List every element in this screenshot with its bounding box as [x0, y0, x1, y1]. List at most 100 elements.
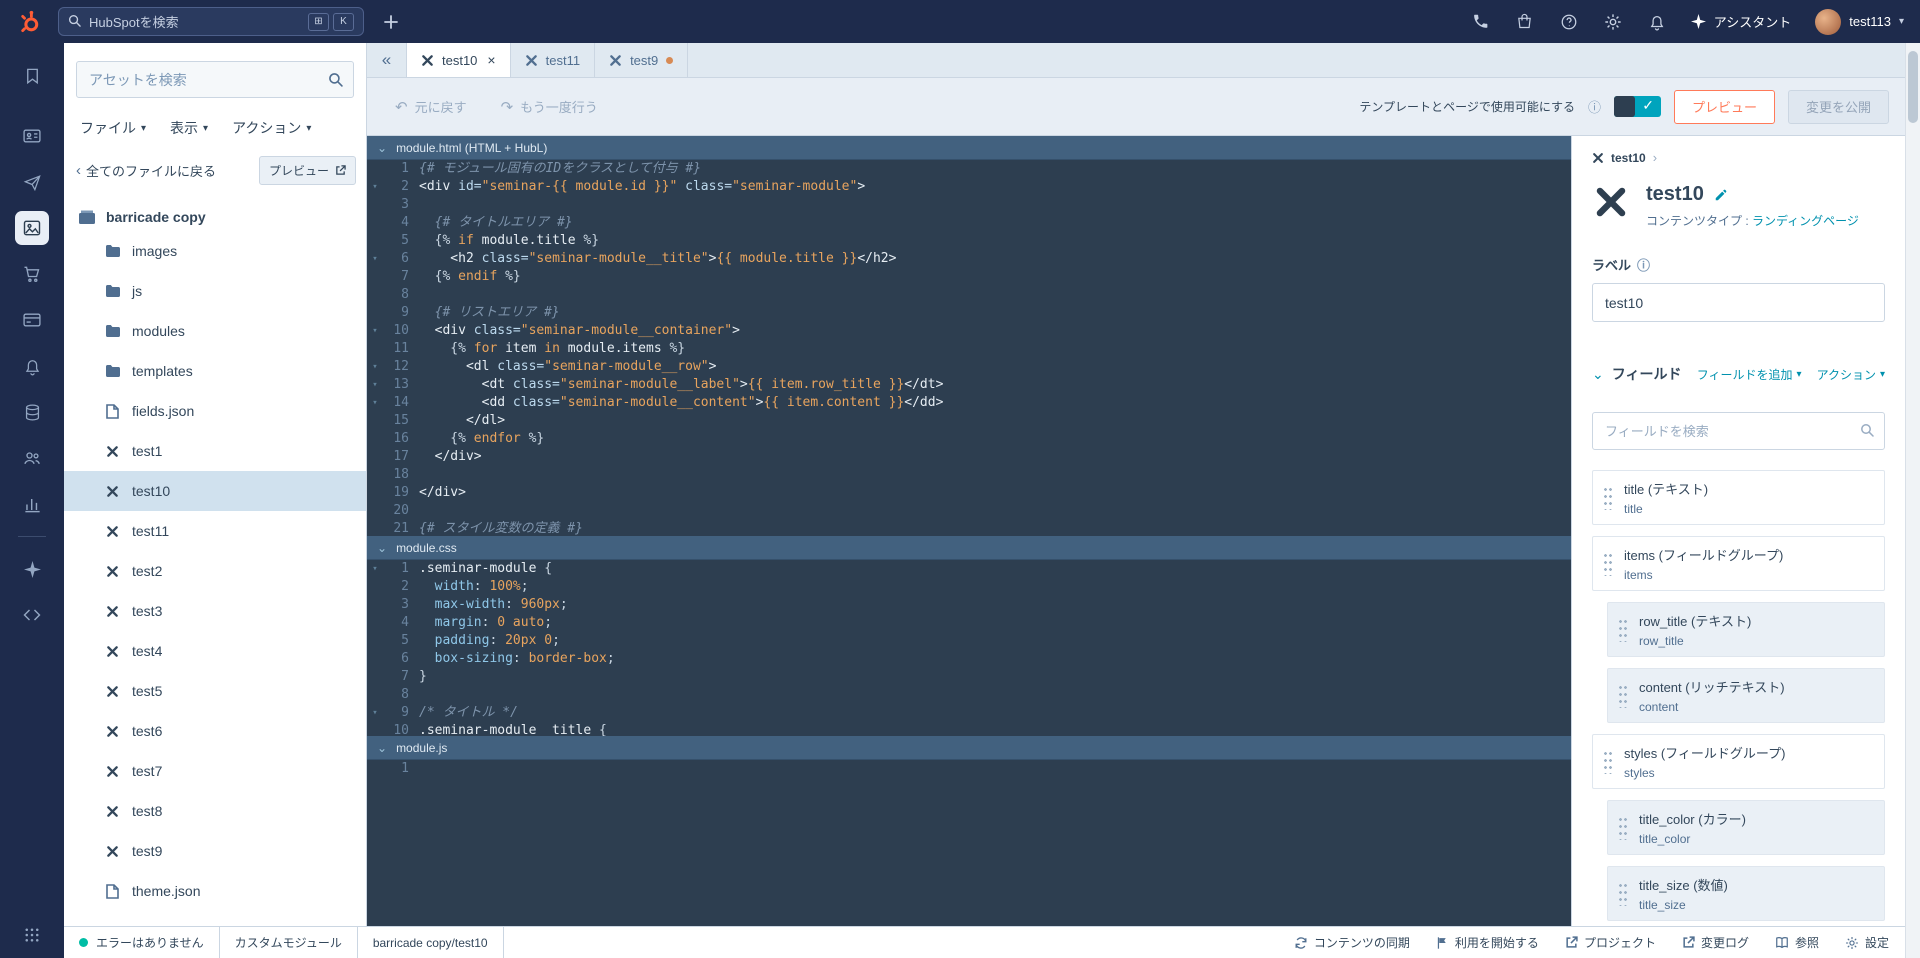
rail-data[interactable] [0, 389, 64, 435]
notifications-button[interactable] [1647, 12, 1667, 32]
tree-item-test11[interactable]: test11 [64, 511, 366, 551]
field-row-title_color[interactable]: title_color (カラー)title_color [1607, 800, 1885, 855]
code-line[interactable]: 6 box-sizing: border-box; [367, 650, 1571, 668]
code-line[interactable]: 10.seminar-module__title { [367, 722, 1571, 736]
preview-button[interactable]: プレビュー [1674, 90, 1775, 124]
drag-handle-icon[interactable] [1618, 816, 1627, 840]
fold-marker-icon[interactable] [367, 614, 383, 632]
code-line[interactable]: 20 [367, 502, 1571, 520]
field-search-input[interactable] [1592, 412, 1885, 450]
drag-handle-icon[interactable] [1618, 684, 1627, 708]
fold-marker-icon[interactable] [367, 214, 383, 232]
section-collapse-icon[interactable]: ⌄ [1592, 366, 1604, 383]
code-line[interactable]: ▾6 <h2 class="seminar-module__title">{{ … [367, 250, 1571, 268]
code-line[interactable]: ▾1.seminar-module { [367, 560, 1571, 578]
fold-marker-icon[interactable] [367, 484, 383, 502]
fold-marker-icon[interactable] [367, 466, 383, 484]
field-row-items[interactable]: items (フィールドグループ)items [1592, 536, 1885, 591]
rail-audiences[interactable] [0, 435, 64, 481]
fold-marker-icon[interactable]: ▾ [367, 704, 383, 722]
tree-item-test1[interactable]: test1 [64, 431, 366, 471]
assistant-button[interactable]: アシスタント [1691, 12, 1791, 31]
code-line[interactable]: 4 {# タイトルエリア #} [367, 214, 1571, 232]
fold-marker-icon[interactable]: ▾ [367, 394, 383, 412]
rail-content[interactable] [0, 205, 64, 251]
rail-notifications[interactable] [0, 343, 64, 389]
marketplace-button[interactable] [1515, 12, 1535, 32]
code-line[interactable]: 16 {% endfor %} [367, 430, 1571, 448]
fold-marker-icon[interactable] [367, 760, 383, 778]
fold-marker-icon[interactable] [367, 232, 383, 250]
tab-test10[interactable]: test10× [407, 43, 511, 77]
back-to-all-files-link[interactable]: 全てのファイルに戻る [86, 161, 216, 180]
theme-root-item[interactable]: barricade copy [78, 209, 366, 225]
fold-marker-icon[interactable] [367, 340, 383, 358]
tree-item-test2[interactable]: test2 [64, 551, 366, 591]
tree-item-test9[interactable]: test9 [64, 831, 366, 871]
menu-file[interactable]: ファイル▾ [80, 118, 146, 138]
code-line[interactable]: 5 padding: 20px 0; [367, 632, 1571, 650]
fold-marker-icon[interactable] [367, 430, 383, 448]
drag-handle-icon[interactable] [1603, 552, 1612, 576]
rail-commerce[interactable] [0, 251, 64, 297]
fold-marker-icon[interactable]: ▾ [367, 560, 383, 578]
fold-marker-icon[interactable] [367, 520, 383, 536]
editor-section-header-module.css[interactable]: ⌄module.css [367, 536, 1571, 560]
editor-section-header-module.html[interactable]: ⌄module.html (HTML + HubL) [367, 136, 1571, 160]
editor-section-header-module.js[interactable]: ⌄module.js [367, 736, 1571, 760]
code-line[interactable]: ▾12 <dl class="seminar-module__row"> [367, 358, 1571, 376]
create-button[interactable] [378, 9, 404, 35]
code-line[interactable]: 7} [367, 668, 1571, 686]
rail-marketing[interactable] [0, 159, 64, 205]
redo-button[interactable]: ↷ もう一度行う [495, 96, 604, 117]
fold-marker-icon[interactable] [367, 448, 383, 466]
code-line[interactable]: 8 [367, 286, 1571, 304]
menu-view[interactable]: 表示▾ [170, 118, 208, 138]
code-line[interactable]: 21{# スタイル変数の定義 #} [367, 520, 1571, 536]
code-line[interactable]: 18 [367, 466, 1571, 484]
close-tab-icon[interactable]: × [487, 52, 495, 68]
rail-contacts[interactable] [0, 113, 64, 159]
code-line[interactable]: 1 [367, 760, 1571, 778]
fold-marker-icon[interactable] [367, 196, 383, 214]
field-row-title_size[interactable]: title_size (数値)title_size [1607, 866, 1885, 921]
code-line[interactable]: 19</div> [367, 484, 1571, 502]
fold-marker-icon[interactable]: ▾ [367, 178, 383, 196]
fold-marker-icon[interactable]: ▾ [367, 358, 383, 376]
drag-handle-icon[interactable] [1618, 882, 1627, 906]
drag-handle-icon[interactable] [1603, 486, 1612, 510]
tree-item-test7[interactable]: test7 [64, 751, 366, 791]
tab-test9[interactable]: test9 [595, 43, 688, 77]
availability-toggle[interactable]: ✓ [1614, 96, 1661, 117]
fold-marker-icon[interactable] [367, 722, 383, 736]
field-row-content[interactable]: content (リッチテキスト)content [1607, 668, 1885, 723]
field-row-title[interactable]: title (テキスト)title [1592, 470, 1885, 525]
code-line[interactable]: 11 {% for item in module.items %} [367, 340, 1571, 358]
fold-marker-icon[interactable] [367, 632, 383, 650]
rail-waffle[interactable] [0, 926, 64, 944]
code-line[interactable]: 15 </dl> [367, 412, 1571, 430]
statusbar-action-変更ログ[interactable]: 変更ログ [1682, 934, 1749, 951]
theme-preview-button[interactable]: プレビュー [259, 156, 356, 185]
tree-item-templates[interactable]: templates [64, 351, 366, 391]
publish-button[interactable]: 変更を公開 [1788, 90, 1889, 124]
tab-test11[interactable]: test11 [511, 43, 595, 77]
tree-item-images[interactable]: images [64, 231, 366, 271]
statusbar-action-設定[interactable]: 設定 [1845, 934, 1889, 951]
fold-marker-icon[interactable]: ▾ [367, 250, 383, 268]
fold-marker-icon[interactable]: ▾ [367, 376, 383, 394]
hubspot-logo[interactable] [16, 8, 44, 36]
field-actions-link[interactable]: アクション▾ [1817, 366, 1885, 383]
fold-marker-icon[interactable] [367, 668, 383, 686]
rail-reports[interactable] [0, 481, 64, 527]
fold-marker-icon[interactable] [367, 412, 383, 430]
rail-developer[interactable] [0, 592, 64, 638]
module-label-input[interactable] [1592, 283, 1885, 322]
account-menu[interactable]: test113 ▾ [1815, 9, 1904, 35]
tree-item-modules[interactable]: modules [64, 311, 366, 351]
fold-marker-icon[interactable] [367, 286, 383, 304]
code-line[interactable]: ▾13 <dt class="seminar-module__label">{{… [367, 376, 1571, 394]
breadcrumb[interactable]: test10 › [1592, 150, 1885, 165]
tree-item-test4[interactable]: test4 [64, 631, 366, 671]
window-scrollbar[interactable] [1905, 43, 1920, 958]
